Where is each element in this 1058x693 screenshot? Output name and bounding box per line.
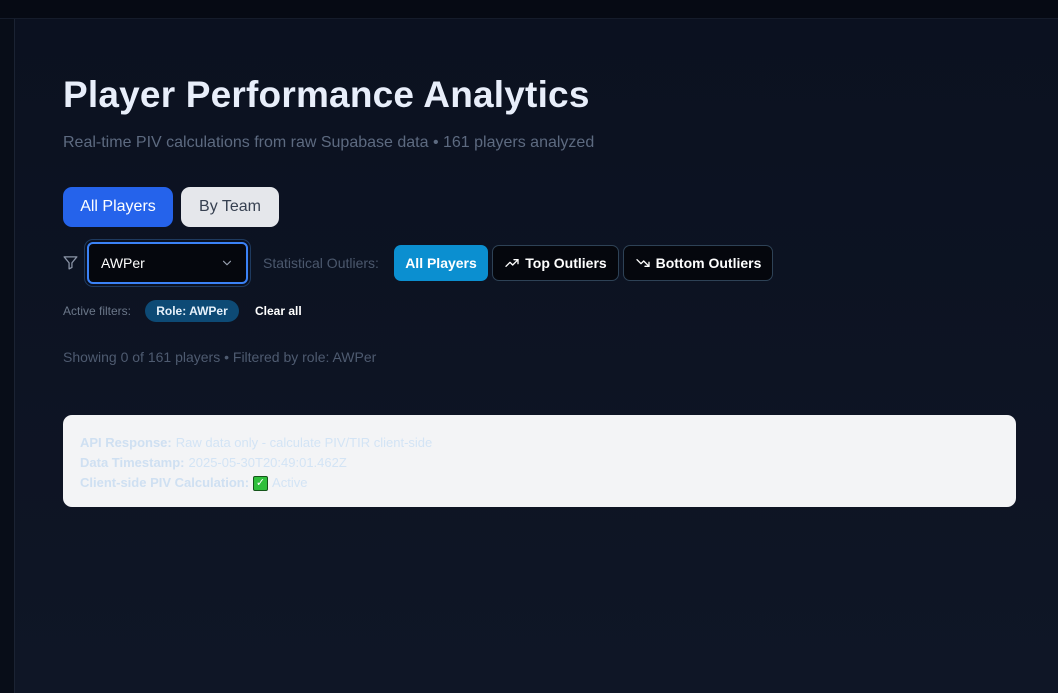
top-outliers-button[interactable]: Top Outliers [492,245,619,281]
piv-calculation-key: Client-side PIV Calculation: [80,475,250,490]
filter-icon [63,256,78,270]
tab-all-players[interactable]: All Players [63,187,173,227]
results-count: Showing 0 of 161 players • Filtered by r… [63,349,377,365]
api-response-key: API Response: [80,435,172,450]
trending-up-icon [505,259,519,267]
clear-all-button[interactable]: Clear all [255,304,302,318]
data-timestamp-line: Data Timestamp: 2025-05-30T20:49:01.462Z [80,453,999,473]
piv-calculation-line: Client-side PIV Calculation: ✓ Active [80,473,999,493]
role-select[interactable]: AWPer [87,242,248,284]
role-filter-chip[interactable]: Role: AWPer [145,300,239,322]
bottom-outliers-button[interactable]: Bottom Outliers [623,245,773,281]
top-bar [0,0,1058,19]
bottom-outliers-label: Bottom Outliers [655,255,762,271]
role-select-value: AWPer [101,255,145,271]
tab-by-team-label: By Team [199,198,261,215]
data-timestamp-value: 2025-05-30T20:49:01.462Z [188,455,347,470]
api-info-card: API Response: Raw data only - calculate … [63,415,1016,507]
tab-by-team[interactable]: By Team [181,187,279,227]
chevron-down-icon [222,260,232,266]
api-response-value: Raw data only - calculate PIV/TIR client… [175,435,433,450]
outlier-all-players-label: All Players [405,255,477,271]
active-filters-label: Active filters: [63,304,132,318]
check-mark-icon: ✓ [253,475,269,491]
role-filter-chip-label: Role: AWPer [156,304,228,318]
tab-all-players-label: All Players [80,198,156,215]
page-title: Player Performance Analytics [63,74,590,115]
outliers-label: Statistical Outliers: [263,255,379,271]
piv-calculation-value: Active [272,475,308,490]
api-response-line: API Response: Raw data only - calculate … [80,433,999,453]
outlier-all-players-button[interactable]: All Players [394,245,488,281]
sidebar-edge [0,19,15,693]
trending-down-icon [635,259,650,267]
data-timestamp-key: Data Timestamp: [80,455,185,470]
page-subtitle: Real-time PIV calculations from raw Supa… [63,134,595,151]
top-outliers-label: Top Outliers [525,255,607,271]
